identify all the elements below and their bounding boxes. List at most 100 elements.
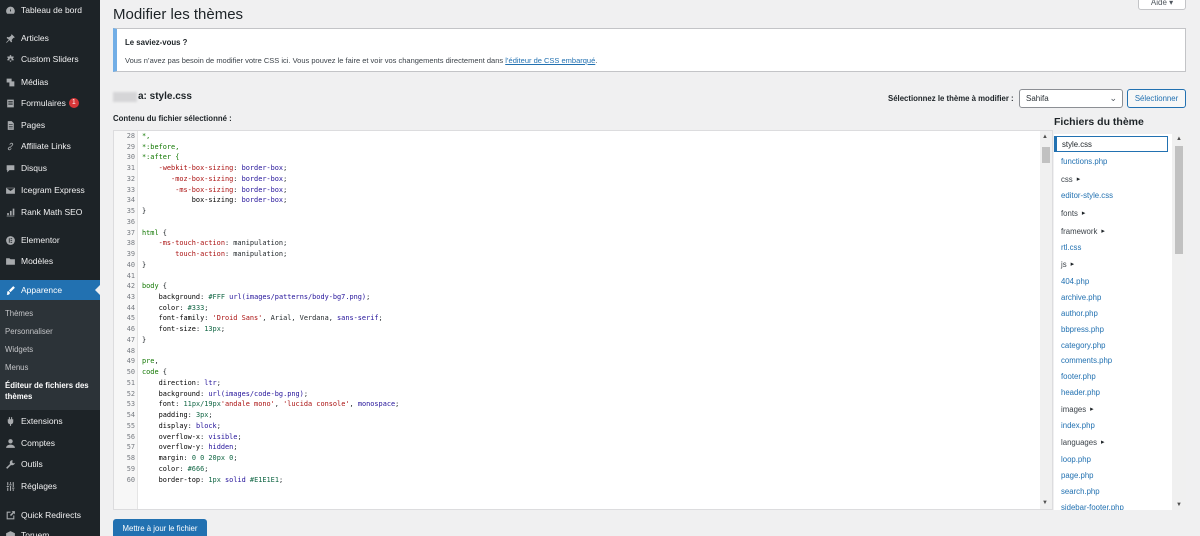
sidebar-item-m-dias[interactable]: Médias (0, 72, 100, 92)
submenu-item-widgets[interactable]: Widgets (5, 345, 33, 354)
code-token: : (233, 174, 242, 183)
code-token: direction (142, 378, 196, 387)
sidebar-item-rank-math-seo[interactable]: Rank Math SEO (0, 202, 100, 222)
sidebar-item-affiliate-links[interactable]: Affiliate Links (0, 136, 100, 156)
code-token: 3px (195, 411, 209, 420)
sidebar-item-quick-redirects[interactable]: Quick Redirects (0, 505, 100, 525)
line-number: 55 (126, 421, 135, 430)
help-button[interactable]: Aide ▾ (1138, 0, 1186, 10)
line-number: 50 (126, 368, 135, 377)
code-token: 1px (208, 475, 221, 484)
code-token: body (142, 282, 159, 291)
submenu-item-customize[interactable]: Personnaliser (5, 327, 53, 336)
update-file-button[interactable]: Mettre à jour le fichier (113, 519, 207, 536)
file-item[interactable]: loop.php (1054, 451, 1168, 467)
file-item[interactable]: search.php (1054, 483, 1168, 499)
file-item[interactable]: footer.php (1054, 368, 1168, 384)
sidebar-item-mod-les[interactable]: Modèles (0, 251, 100, 271)
sidebar-item-custom-sliders[interactable]: Custom Sliders (0, 49, 100, 69)
code-line: 43 background: #FFF url(images/patterns/… (114, 292, 1034, 303)
submenu-item-theme-file-editor[interactable]: Éditeur de fichiers des thèmes (5, 380, 97, 402)
file-item[interactable]: functions.php (1054, 153, 1168, 169)
scroll-down-icon[interactable]: ▼ (1176, 502, 1182, 508)
select-theme-button[interactable]: Sélectionner (1127, 89, 1186, 108)
code-token: , (154, 357, 159, 366)
folder-item[interactable]: framework (1054, 223, 1168, 239)
file-item[interactable]: comments.php (1054, 352, 1168, 368)
code-text: body { (138, 281, 167, 292)
code-text: -moz-box-sizing: border-box; (138, 174, 287, 185)
code-token: border-top (142, 475, 201, 484)
code-editor[interactable]: 28 *, 29 *:before, 30 *:after {31 -webkit-box… (113, 130, 1053, 510)
file-item[interactable]: bbpress.php (1054, 321, 1168, 337)
sidebar-item-pages[interactable]: Pages (0, 115, 100, 135)
theme-select-label: Sélectionnez le thème à modifier : (888, 94, 1014, 103)
sidebar-item-articles[interactable]: Articles (0, 28, 100, 48)
sidebar-item-comptes[interactable]: Comptes (0, 433, 100, 453)
folder-item[interactable]: css (1054, 171, 1168, 187)
file-item[interactable]: category.php (1054, 337, 1168, 353)
line-number: 56 (126, 432, 135, 441)
code-lines: 28 *, 29 *:before, 30 *:after {31 -webkit-box… (114, 131, 1034, 485)
file-item[interactable]: style.css (1054, 136, 1168, 152)
file-list-scrollbar[interactable]: ▲ ▼ (1172, 134, 1186, 510)
user-icon (4, 437, 16, 449)
code-text: overflow-x: visible; (138, 432, 242, 443)
code-token: : (187, 411, 196, 420)
sidebar-item-outils[interactable]: Outils (0, 454, 100, 474)
file-item[interactable]: archive.php (1054, 289, 1168, 305)
scroll-up-icon[interactable]: ▲ (1176, 136, 1182, 142)
file-item[interactable]: header.php (1054, 384, 1168, 400)
code-text: font: 11px/19px'andale mono', 'lucida co… (138, 399, 400, 410)
css-editor-link[interactable]: l’éditeur de CSS embarqué (505, 56, 595, 65)
editor-scroll-thumb[interactable] (1042, 147, 1050, 163)
folder-item[interactable]: js (1054, 256, 1168, 272)
folder-item[interactable]: images (1054, 401, 1168, 417)
line-number: 47 (126, 335, 135, 344)
file-item[interactable]: page.php (1054, 467, 1168, 483)
code-token: : (175, 400, 184, 409)
submenu-item-menus[interactable]: Menus (5, 363, 28, 372)
code-line: 56 overflow-x: visible; (114, 432, 1034, 443)
file-item[interactable]: 404.php (1054, 273, 1168, 289)
sidebar-item-disqus[interactable]: Disqus (0, 158, 100, 178)
code-line: 41 (114, 271, 1034, 282)
sidebar-item-extensions[interactable]: Extensions (0, 411, 100, 431)
code-text: *, (138, 131, 150, 142)
folder-item[interactable]: fonts (1054, 205, 1168, 221)
code-line: 37 html { (114, 228, 1034, 239)
sidebar-item-elementor[interactable]: Elementor (0, 230, 100, 250)
file-item[interactable]: sidebar-footer.php (1054, 499, 1168, 511)
code-text: html { (138, 228, 167, 239)
file-item[interactable]: editor-style.css (1054, 187, 1168, 203)
code-text: -webkit-box-sizing: border-box; (138, 163, 288, 174)
line-number: 31 (126, 164, 135, 173)
code-token: url(images/patterns/body-bg7.png) (229, 293, 367, 302)
editor-scrollbar[interactable]: ▲ ▼ (1040, 131, 1052, 509)
scroll-down-icon[interactable]: ▼ (1042, 500, 1048, 506)
sidebar-item-apparence[interactable]: Apparence (0, 280, 100, 300)
folder-item[interactable]: languages (1054, 434, 1168, 450)
sidebar-item-r-glages[interactable]: Réglages (0, 476, 100, 496)
file-item[interactable]: index.php (1054, 417, 1168, 433)
link-icon (4, 140, 16, 152)
code-token: -ms-touch-action (142, 239, 225, 248)
submenu-item-themes[interactable]: Thèmes (5, 309, 33, 318)
sidebar-item-tableau-de-bord[interactable]: Tableau de bord (0, 0, 100, 20)
page-icon (4, 119, 16, 131)
code-token: { (158, 228, 167, 237)
code-text: direction: ltr; (138, 378, 221, 389)
file-item[interactable]: rtl.css (1054, 239, 1168, 255)
sidebar-item-toruem[interactable]: Toruem (0, 525, 100, 536)
code-token: *, (142, 132, 151, 140)
code-text: overflow-y: hidden; (138, 442, 238, 453)
file-list-scroll-thumb[interactable] (1175, 146, 1183, 254)
sidebar-item-icegram-express[interactable]: Icegram Express (0, 180, 100, 200)
theme-select[interactable]: Sahifa ⌄ (1019, 89, 1123, 108)
code-token: hidden (208, 443, 234, 452)
code-text: color: #333; (138, 303, 209, 314)
sidebar-item-formulaires[interactable]: Formulaires 1 (0, 93, 100, 113)
code-token: { (158, 282, 167, 291)
scroll-up-icon[interactable]: ▲ (1042, 134, 1048, 140)
file-item[interactable]: author.php (1054, 305, 1168, 321)
